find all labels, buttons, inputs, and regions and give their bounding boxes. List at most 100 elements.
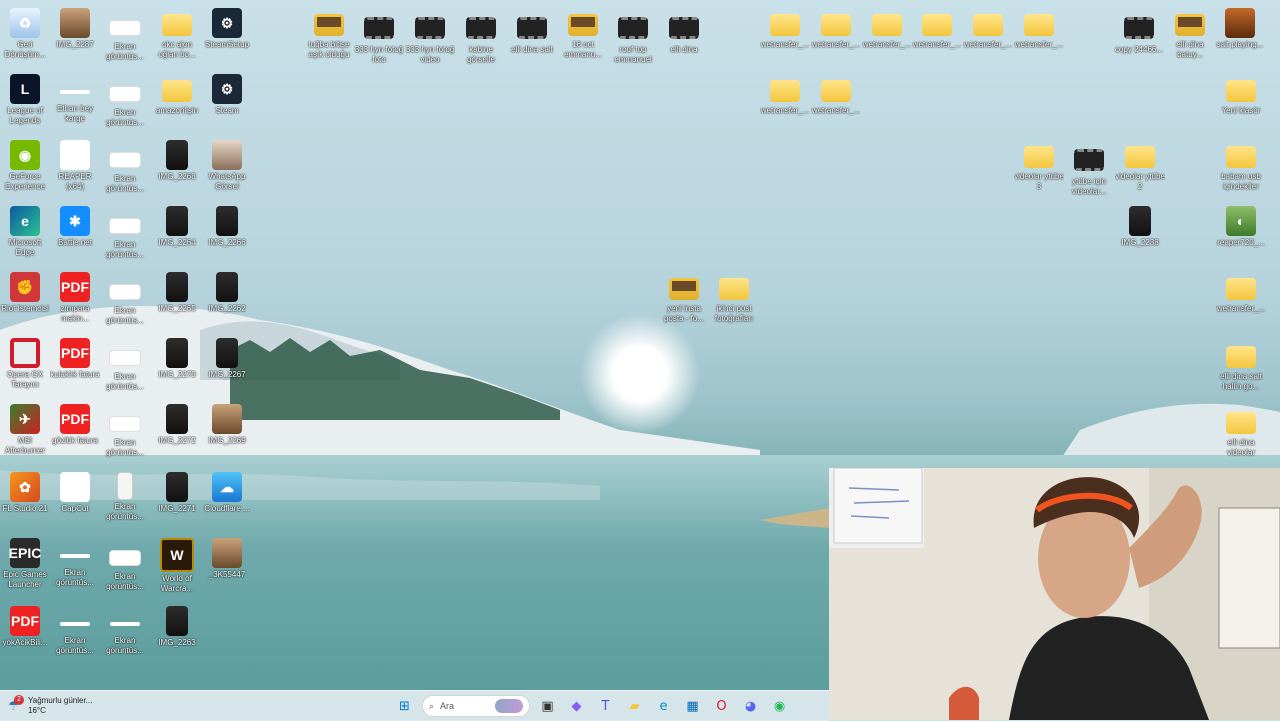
start-button[interactable]: ⊞ [393,695,416,718]
store-button[interactable]: ▦ [681,695,704,718]
desktop-icon[interactable]: okc ajon oğlan bo... [152,8,202,60]
desktop-icon-label: MSI Afterburner [4,436,46,455]
spotify-button[interactable]: ◉ [768,695,791,718]
desktop-icon[interactable]: IMG_2272 [152,404,202,446]
desktop-icon[interactable]: babam usb içindekiler [1216,140,1266,192]
desktop-icon[interactable]: IMG_2270 [152,338,202,380]
desktop-icon[interactable]: elli dina batuy... [1165,8,1215,60]
photo-file-icon [212,140,242,170]
desktop-icon[interactable]: wetransfer_... [1014,8,1064,50]
desktop-icon[interactable]: salt playing... [1215,8,1265,50]
desktop-icon[interactable]: Opera GX Tarayıcı [0,338,50,390]
desktop-icon[interactable]: Ekran görüntüs... [100,538,150,592]
desktop-icon[interactable]: Ekran görüntüs... [100,206,150,260]
desktop-icon[interactable]: amazonlişin [152,74,202,116]
desktop-icon[interactable]: videolar ytübe 3 [1014,140,1064,192]
desktop-icon-label: Cloudflare ... [204,504,250,513]
file-explorer-button[interactable]: ▰ [623,695,646,718]
desktop-icon[interactable]: IMG_2262 [202,272,252,314]
desktop-icon-label: kulaklık fatura [50,370,100,379]
desktop-icon[interactable]: 333 hyn fotoğ foto [354,8,404,65]
desktop-icon[interactable]: EPIC Epic Games Launcher [0,538,50,590]
desktop-icon[interactable]: tuğba bitişe aşık olduğu [304,8,354,60]
weather-widget[interactable]: ☂ 2 Yağmurlu günler... 16°C [8,693,92,719]
desktop-icon[interactable]: L League of Legends [0,74,50,126]
photo-file-icon [166,472,188,502]
search-box[interactable]: ⌕ Ara [422,695,530,717]
desktop-icon[interactable]: kabine görselle [456,8,506,65]
desktop-icon[interactable]: elli dina videolar [1216,406,1266,458]
desktop-icon[interactable]: ikinci post fotoğrafları [709,272,759,324]
desktop-icon[interactable]: elli dina salt hallin go... [1216,340,1266,392]
desktop-icon[interactable]: IMG_2267 [202,338,252,380]
desktop-icon[interactable]: Ethan bey karge [50,74,100,124]
desktop-icon[interactable]: ♻ Geri Dönüşüm... [0,8,50,60]
discord-button[interactable]: ◕ [739,695,762,718]
desktop-icon[interactable]: PDF yokAcikBili... [0,606,50,648]
desktop-icon-label: Microsoft Edge [8,238,42,257]
desktop-icon[interactable]: PDF kulaklık fatura [50,338,100,380]
desktop-icon[interactable]: Ekran görüntüs... [100,404,150,458]
video-file-icon [1124,17,1154,39]
desktop-icon[interactable]: videolar ytübe 2 [1115,140,1165,192]
desktop-icon[interactable]: PDF zımpara makin... [50,272,100,324]
task-view-button[interactable]: ▣ [536,695,559,718]
desktop-icon[interactable]: IMG_2266 [202,206,252,248]
desktop-icon[interactable]: ✱ Battle.net [50,206,100,248]
desktop-icon[interactable]: Ekran görüntüs... [100,272,150,326]
desktop-icon[interactable]: elli dina [659,8,709,55]
desktop-icon[interactable]: Ekran görüntüs... [50,538,100,588]
desktop-icon[interactable]: PDF gözlük fatura [50,404,100,446]
desktop-icon[interactable]: yeni insta posta - fo... [659,272,709,324]
desktop-icon[interactable]: Yeni klasör [1216,74,1266,116]
desktop-icon[interactable]: ytübe için videolar... [1064,140,1114,197]
desktop-icon[interactable]: IMG_2269 [202,404,252,446]
desktop-icon[interactable]: ◐ reaper720_... [1216,206,1266,248]
desktop-icon[interactable]: ⚙ SteamSetup [202,8,252,50]
desktop-icon[interactable]: Ekran görüntüs... [100,8,150,62]
desktop-icon[interactable]: IMG_2264 [152,206,202,248]
teams-button[interactable]: T [594,695,617,718]
desktop-icon[interactable]: IMG_2238 [1115,206,1165,248]
desktop-icon[interactable]: wetransfer_... [760,74,810,116]
desktop-icon[interactable]: W World of Warcra... [152,538,202,594]
desktop-icon[interactable]: _3K55447 [202,538,252,580]
desktop-icon[interactable]: wetransfer_... [862,8,912,50]
desktop-icon[interactable]: ◉ GeForce Experience [0,140,50,192]
desktop-icon[interactable]: IMG_2268 [152,140,202,182]
desktop-icon[interactable]: Ekran görüntüs... [100,74,150,128]
desktop-icon[interactable]: Ekran görüntüs... [100,472,150,522]
desktop-icon[interactable]: wetransfer_... [811,74,861,116]
desktop-icon[interactable]: Ekran görüntüs... [100,338,150,392]
copilot-button[interactable]: ◆ [565,695,588,718]
desktop-icon[interactable]: wetransfer_... [811,8,861,50]
desktop-icon[interactable]: ☁ Cloudflare ... [202,472,252,514]
desktop-icon[interactable]: IMG_2271 [152,472,202,514]
desktop-icon[interactable]: ✿ FL Studio 21 [0,472,50,514]
desktop-icon[interactable]: 16 oct emmanu... [558,8,608,60]
desktop-icon[interactable]: IMG_2263 [152,606,202,648]
desktop-icon[interactable]: e Microsoft Edge [0,206,50,258]
desktop-icon[interactable]: ✂ CapCut [50,472,100,514]
desktop-icon[interactable]: Ekran görüntüs... [50,606,100,656]
desktop-icon[interactable]: ✊ Riot İstemcisi [0,272,50,314]
desktop-icon[interactable]: WhatsApp Görsel 2023... [202,140,252,192]
desktop-icon[interactable]: Ekran görüntüs... [100,606,150,656]
desktop-icon[interactable]: IMG_2265 [152,272,202,314]
desktop-icon[interactable]: wetransfer_... [912,8,962,50]
desktop-icon[interactable]: ◐ REAPER (x64) [50,140,100,192]
desktop-icon[interactable]: wetransfer_... [963,8,1013,50]
desktop-icon[interactable]: 333 hyn fotoğ video [405,8,455,65]
desktop-icon[interactable]: ⚙ Steam [202,74,252,116]
desktop-icon[interactable]: IMG_2287 [50,8,100,50]
opera-gx-button[interactable]: O [710,695,733,718]
desktop-icon[interactable]: wetransfer_... [1216,272,1266,314]
desktop-icon[interactable]: roof top emmanuel [608,8,658,65]
desktop-icon[interactable]: wetransfer_... [760,8,810,50]
desktop-icon[interactable]: elli dina salt [507,8,557,55]
desktop-icon[interactable]: ✈ MSI Afterburner [0,404,50,456]
edge-button[interactable]: e [652,695,675,718]
zip-folder-icon [1226,346,1256,368]
desktop-icon[interactable]: Ekran görüntüs... [100,140,150,194]
desktop-icon[interactable]: copy 24466... [1114,8,1164,55]
